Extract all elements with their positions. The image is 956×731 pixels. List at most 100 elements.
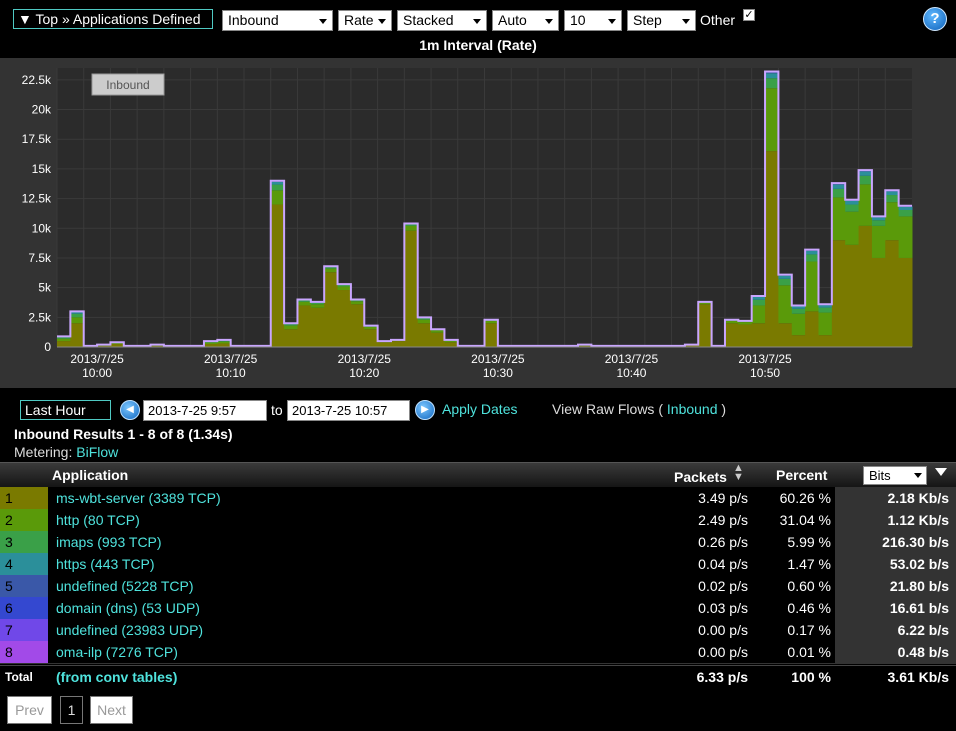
count-select[interactable]: 10 xyxy=(564,10,622,31)
chart-bar-segment xyxy=(404,225,419,231)
chart-bar-segment xyxy=(350,304,365,347)
chart-bar-segment xyxy=(858,225,873,347)
application-link[interactable]: oma-ilp (7276 TCP) xyxy=(56,641,178,663)
total-bits: 3.61 Kb/s xyxy=(887,669,949,685)
header-application[interactable]: Application xyxy=(52,467,128,483)
bits-cell: 0.48 b/s xyxy=(835,641,956,663)
chart-bar-segment xyxy=(818,307,833,313)
x-tick-date: 2013/7/25 xyxy=(204,352,258,366)
total-percent: 100 % xyxy=(791,669,831,685)
apply-dates-link[interactable]: Apply Dates xyxy=(442,401,517,417)
chart-bar-segment xyxy=(898,209,913,217)
percent-value: 5.99 % xyxy=(787,534,831,550)
chart-bar-segment xyxy=(444,340,459,343)
prev-range-icon[interactable]: ◀ xyxy=(120,400,140,420)
metering-link[interactable]: BiFlow xyxy=(76,444,118,460)
chart-bar-segment xyxy=(765,73,779,79)
row-number: 8 xyxy=(0,641,48,663)
raw-prefix: View Raw Flows ( xyxy=(552,401,663,417)
chart-bar-segment xyxy=(845,244,860,347)
mode-value: Stacked xyxy=(403,12,454,28)
bits-select[interactable]: Bits xyxy=(863,466,927,485)
table-header: Application Packets ▲ ▼ Percent Bits xyxy=(0,462,956,487)
chevron-down-icon xyxy=(378,19,386,24)
other-checkbox[interactable]: ✓ xyxy=(743,9,755,21)
x-tick-date: 2013/7/25 xyxy=(70,352,124,366)
application-link[interactable]: undefined (23983 UDP) xyxy=(56,619,203,641)
y-tick-label: 20k xyxy=(32,103,52,117)
chart-bar-segment xyxy=(805,250,819,255)
column-menu-icon[interactable] xyxy=(935,468,947,476)
date-to-input[interactable]: 2013-7-25 10:57 xyxy=(287,400,410,421)
header-packets[interactable]: Packets xyxy=(674,469,727,485)
bits-value: 2.18 Kb/s xyxy=(887,490,949,506)
help-icon[interactable]: ? xyxy=(923,7,947,31)
x-tick-date: 2013/7/25 xyxy=(471,352,525,366)
chart-bar-segment xyxy=(297,301,312,306)
percent-value: 1.47 % xyxy=(787,556,831,572)
chart-bar-segment xyxy=(217,341,232,344)
chart-bar-segment xyxy=(765,151,779,347)
to-label: to xyxy=(271,402,283,418)
date-from-input[interactable]: 2013-7-25 9:57 xyxy=(143,400,267,421)
chart-title: 1m Interval (Rate) xyxy=(419,37,537,53)
chart-bar-segment xyxy=(858,184,873,226)
x-tick-time: 10:10 xyxy=(216,366,246,380)
application-link[interactable]: https (443 TCP) xyxy=(56,553,155,575)
chart-bar-segment xyxy=(831,240,846,347)
scale-select[interactable]: Auto xyxy=(492,10,559,31)
row-number: 3 xyxy=(0,531,48,553)
row-number: 2 xyxy=(0,509,48,531)
bits-value: 0.48 b/s xyxy=(897,644,949,660)
scale-value: Auto xyxy=(498,12,527,28)
chart-bar-segment xyxy=(778,323,793,347)
chart-bar-segment xyxy=(805,254,819,262)
x-tick-time: 10:40 xyxy=(616,366,646,380)
chart-bar-segment xyxy=(310,307,325,347)
packets-value: 3.49 p/s xyxy=(698,490,748,506)
header-percent[interactable]: Percent xyxy=(776,467,827,483)
chart-bar-segment xyxy=(270,184,285,191)
chart-bar-segment xyxy=(70,317,85,324)
time-range-select[interactable]: Last Hour xyxy=(20,400,111,420)
application-link[interactable]: domain (dns) (53 UDP) xyxy=(56,597,200,619)
chart-bar-segment xyxy=(778,285,793,324)
mode-select[interactable]: Stacked xyxy=(397,10,487,31)
application-link[interactable]: ms-wbt-server (3389 TCP) xyxy=(56,487,221,509)
chart-bar-segment xyxy=(417,323,432,347)
page-number[interactable]: 1 xyxy=(60,696,83,724)
chart-bar-segment xyxy=(871,220,886,226)
chart-bar-segment xyxy=(845,204,860,212)
packets-value: 0.03 p/s xyxy=(698,600,748,616)
application-link[interactable]: undefined (5228 TCP) xyxy=(56,575,194,597)
next-range-icon[interactable]: ▶ xyxy=(415,400,435,420)
chart-bar-segment xyxy=(297,300,312,302)
x-tick-date: 2013/7/25 xyxy=(738,352,792,366)
packets-value: 2.49 p/s xyxy=(698,512,748,528)
prev-button[interactable]: Prev xyxy=(7,696,52,724)
chart-bar-segment xyxy=(310,304,325,308)
chart-bar-segment xyxy=(390,341,405,347)
direction-select[interactable]: Inbound xyxy=(222,10,333,31)
y-tick-label: 12.5k xyxy=(22,192,52,206)
table-row: 2 http (80 TCP) 2.49 p/s 31.04 % 1.12 Kb/s xyxy=(0,509,956,532)
raw-flows-link[interactable]: Inbound xyxy=(667,401,718,417)
y-tick-label: 0 xyxy=(44,340,51,354)
chart-bar-segment xyxy=(791,306,806,309)
application-link[interactable]: imaps (993 TCP) xyxy=(56,531,162,553)
chart-bar-segment xyxy=(858,171,873,176)
chevron-down-icon xyxy=(914,473,922,478)
next-button[interactable]: Next xyxy=(90,696,133,724)
bits-cell: 6.22 b/s xyxy=(835,619,956,641)
chart-bar-segment xyxy=(831,188,846,198)
breadcrumb-menu[interactable]: ▼ Top » Applications Defined xyxy=(13,9,213,29)
style-select[interactable]: Step xyxy=(627,10,696,31)
measure-select[interactable]: Rate xyxy=(338,10,392,31)
sort-icon[interactable]: ▲ ▼ xyxy=(733,463,744,483)
chart-bar-segment xyxy=(431,332,445,347)
chart-bar-segment xyxy=(791,335,806,347)
chart-bar-segment xyxy=(324,272,339,347)
percent-value: 0.01 % xyxy=(787,644,831,660)
bits-value: 21.80 b/s xyxy=(889,578,949,594)
application-link[interactable]: http (80 TCP) xyxy=(56,509,140,531)
